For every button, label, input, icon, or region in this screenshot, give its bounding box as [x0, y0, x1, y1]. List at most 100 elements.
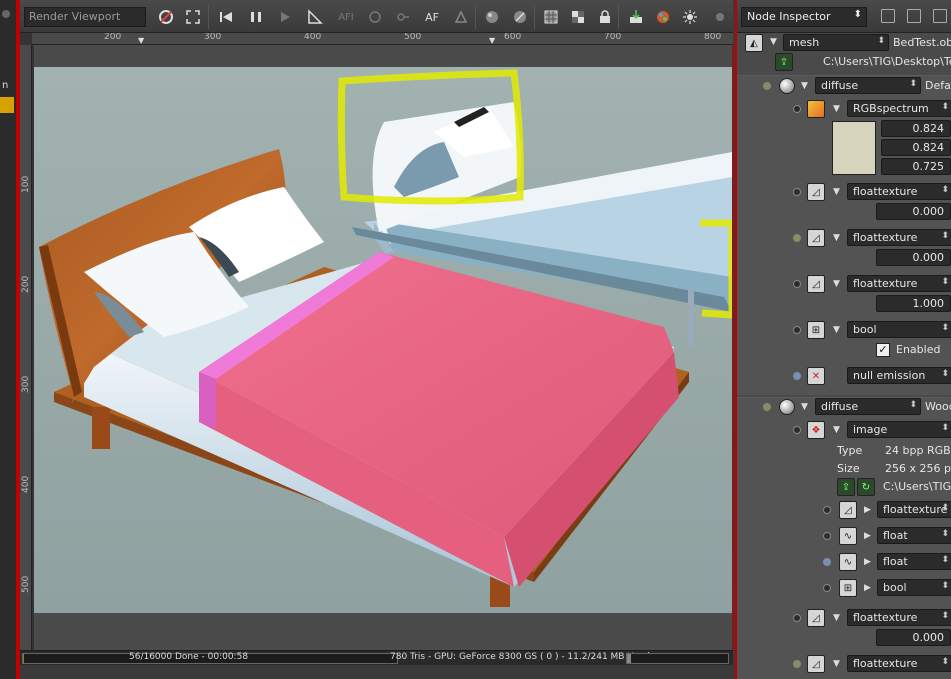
pick-icon[interactable] [393, 6, 413, 28]
node-pin[interactable] [823, 584, 831, 592]
daylight-icon[interactable] [680, 6, 700, 28]
copy-node-icon[interactable] [907, 9, 921, 23]
image-texture-icon[interactable]: ❖ [807, 421, 825, 439]
expand-triangle-icon[interactable]: ▼ [833, 187, 840, 197]
node-pin[interactable] [823, 532, 831, 540]
float-texture-icon[interactable]: ◿ [839, 501, 857, 519]
load-mesh-icon[interactable]: ⇪ [775, 53, 793, 71]
clay-render-icon[interactable] [541, 6, 561, 28]
node-pin[interactable] [793, 614, 801, 622]
save-render-icon[interactable] [626, 6, 646, 28]
node-pin[interactable] [763, 82, 771, 90]
subsample-icon[interactable] [568, 6, 588, 28]
material-type-combo[interactable]: diffuse ⬍ [815, 77, 921, 94]
sphere-remove-icon[interactable] [510, 6, 530, 28]
float-texture-icon[interactable]: ◿ [807, 655, 825, 673]
rgb-blue-field[interactable]: 0.725 [881, 158, 951, 175]
bool-type-combo[interactable]: bool ⬍ [847, 321, 951, 338]
float-texture-combo[interactable]: floattexture ⬍ [847, 655, 951, 672]
float-curve-icon[interactable]: ∿ [839, 553, 857, 571]
panel-dot-icon[interactable] [710, 6, 730, 28]
paste-node-icon[interactable] [933, 9, 947, 23]
node-pin[interactable] [793, 234, 801, 242]
mesh-node-icon[interactable]: ◭ [745, 34, 763, 52]
region-icon[interactable] [305, 6, 325, 28]
expand-triangle-icon[interactable]: ▼ [833, 233, 840, 243]
fit-view-icon[interactable] [183, 6, 203, 28]
rgb-green-field[interactable]: 0.824 [881, 139, 951, 156]
sub-bool-combo[interactable]: bool ⬍ [877, 579, 951, 596]
node-pin[interactable] [793, 188, 801, 196]
load-image-icon[interactable]: ⇪ [837, 478, 855, 496]
expand-triangle-icon[interactable]: ▼ [833, 279, 840, 289]
focus-pick-icon[interactable] [365, 6, 385, 28]
image-type-combo[interactable]: image ⬍ [847, 421, 951, 438]
material-sphere-icon[interactable] [779, 78, 795, 94]
render-canvas[interactable] [34, 67, 732, 613]
sub-float-combo[interactable]: float ⬍ [877, 527, 951, 544]
expand-triangle-icon[interactable]: ▼ [833, 425, 840, 435]
bool-node-icon[interactable]: ⊞ [839, 579, 857, 597]
sub-float-texture-combo[interactable]: floattexture ⬍ [877, 501, 951, 518]
expand-triangle-icon[interactable]: ▼ [833, 613, 840, 623]
viewport-title-field[interactable]: Render Viewport [24, 7, 146, 27]
node-pin[interactable] [823, 558, 831, 566]
node-pin[interactable] [793, 105, 801, 113]
float-texture-icon[interactable]: ◿ [807, 275, 825, 293]
collapse-triangle-icon[interactable]: ▶ [864, 531, 871, 541]
sub-float-combo[interactable]: float ⬍ [877, 553, 951, 570]
play-icon[interactable] [275, 6, 295, 28]
stop-render-icon[interactable] [156, 6, 176, 28]
enabled-checkbox[interactable]: ✓ [876, 343, 890, 357]
rgb-red-field[interactable]: 0.824 [881, 120, 951, 137]
expand-triangle-icon[interactable]: ▼ [833, 104, 840, 114]
mesh-type-combo[interactable]: mesh ⬍ [783, 34, 889, 51]
ruler-marker-icon[interactable]: ▼ [489, 36, 495, 44]
float-texture-value[interactable]: 1.000 [876, 295, 951, 312]
af-button[interactable]: AF [422, 6, 442, 28]
node-pin[interactable] [793, 372, 801, 380]
sphere-pick-icon[interactable] [482, 6, 502, 28]
expand-triangle-icon[interactable]: ▼ [801, 402, 808, 412]
node-pin[interactable] [793, 280, 801, 288]
node-pin[interactable] [793, 326, 801, 334]
float-texture-combo[interactable]: floattexture ⬍ [847, 229, 951, 246]
rgb-type-combo[interactable]: RGBspectrum ⬍ [847, 100, 951, 117]
af-dim-button[interactable]: AFI [336, 6, 356, 28]
material-type-combo[interactable]: diffuse ⬍ [815, 398, 921, 415]
rgb-spectrum-icon[interactable] [807, 100, 825, 118]
float-texture-icon[interactable]: ◿ [807, 183, 825, 201]
node-pin[interactable] [793, 660, 801, 668]
float-texture-icon[interactable]: ◿ [807, 229, 825, 247]
expand-triangle-icon[interactable]: ▼ [801, 81, 808, 91]
expand-triangle-icon[interactable]: ▼ [833, 659, 840, 669]
material-sphere-icon[interactable] [779, 399, 795, 415]
bool-node-icon[interactable]: ⊞ [807, 321, 825, 339]
node-pin[interactable] [793, 426, 801, 434]
ruler-marker-icon[interactable]: ▼ [138, 36, 144, 44]
material-pick-icon[interactable] [451, 6, 471, 28]
emission-type-combo[interactable]: null emission ⬍ [847, 367, 951, 384]
float-texture-combo[interactable]: floattexture ⬍ [847, 609, 951, 626]
collapse-triangle-icon[interactable]: ▶ [864, 505, 871, 515]
float-texture-icon[interactable]: ◿ [807, 609, 825, 627]
expand-triangle-icon[interactable]: ▼ [833, 325, 840, 335]
lock-icon[interactable] [595, 6, 615, 28]
float-texture-value[interactable]: 0.000 [876, 629, 951, 646]
null-emission-icon[interactable]: ✕ [807, 367, 825, 385]
node-pin[interactable] [823, 506, 831, 514]
expand-triangle-icon[interactable]: ▼ [770, 37, 777, 47]
float-texture-combo[interactable]: floattexture ⬍ [847, 275, 951, 292]
collapse-triangle-icon[interactable]: ▶ [864, 557, 871, 567]
expand-all-icon[interactable] [881, 9, 895, 23]
node-pin[interactable] [763, 403, 771, 411]
inspector-title-combo[interactable]: Node Inspector ⬍ [741, 7, 867, 27]
float-texture-combo[interactable]: floattexture ⬍ [847, 183, 951, 200]
color-picker-icon[interactable] [653, 6, 673, 28]
rgb-color-swatch[interactable] [832, 121, 876, 175]
float-texture-value[interactable]: 0.000 [876, 249, 951, 266]
pause-icon[interactable] [246, 6, 266, 28]
float-curve-icon[interactable]: ∿ [839, 527, 857, 545]
restart-icon[interactable] [216, 6, 236, 28]
reload-image-icon[interactable]: ↻ [857, 478, 875, 496]
